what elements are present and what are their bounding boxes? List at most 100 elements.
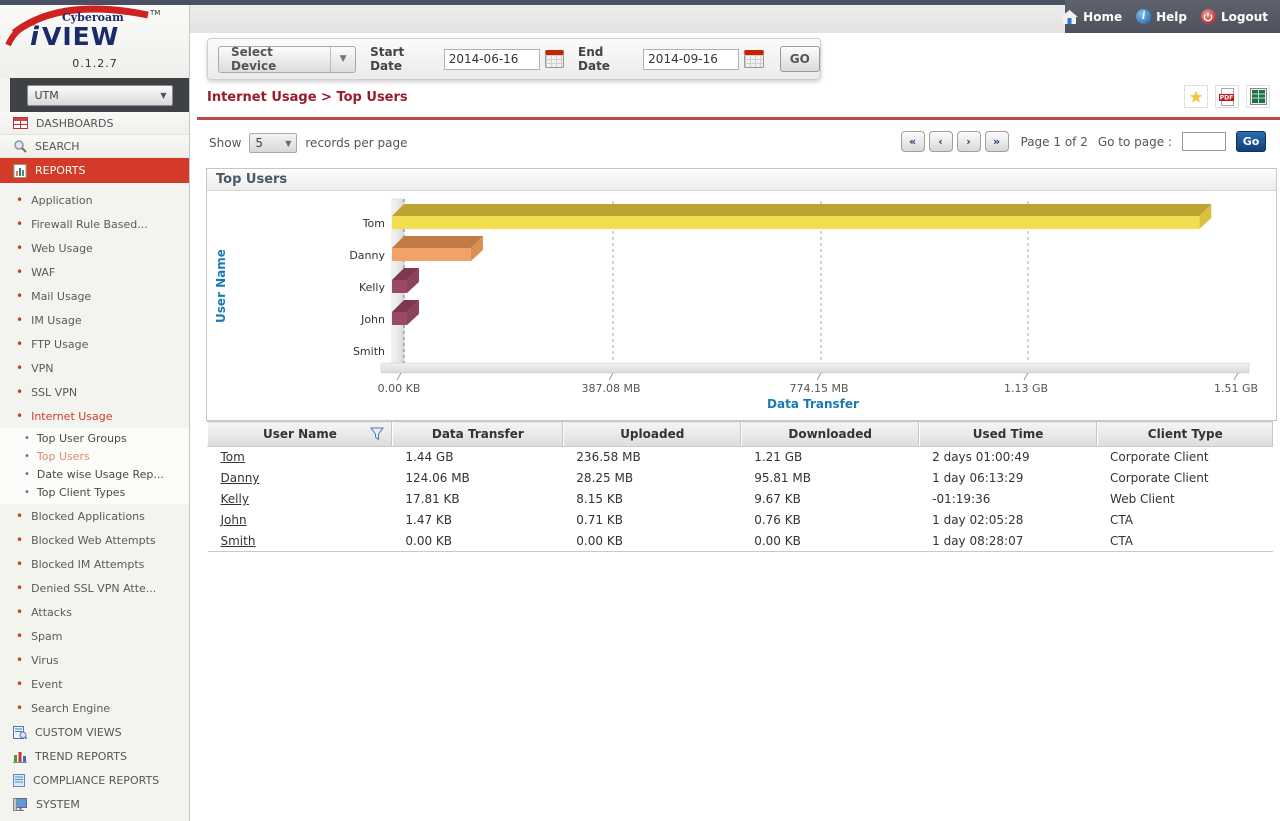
select-device-dropdown[interactable]: Select Device ▼	[218, 46, 356, 73]
cell-downloaded: 1.21 GB	[741, 447, 919, 468]
menu-item-virus[interactable]: •Virus	[0, 648, 189, 672]
user-link[interactable]: Kelly	[221, 492, 249, 506]
menu-item-blocked-web-attempts[interactable]: •Blocked Web Attempts	[0, 528, 189, 552]
cell-data-transfer: 124.06 MB	[392, 468, 563, 489]
trend-chart-icon	[13, 750, 27, 763]
submenu-item-top-users[interactable]: •Top Users	[0, 447, 189, 465]
filter-icon[interactable]	[370, 427, 384, 441]
bullet-icon: •	[16, 703, 23, 713]
column-header-used-time[interactable]: Used Time	[919, 422, 1097, 447]
submenu-item-top-user-groups[interactable]: •Top User Groups	[0, 429, 189, 447]
panel-title: Top Users	[207, 169, 1276, 191]
sidebar-item-dashboards[interactable]: DASHBOARDS	[0, 112, 189, 135]
tick-mark	[1024, 373, 1028, 380]
menu-item-im-usage[interactable]: •IM Usage	[0, 308, 189, 332]
cell-used-time: -01:19:36	[919, 489, 1097, 510]
column-header-data-transfer[interactable]: Data Transfer	[392, 422, 563, 447]
menu-item-denied-ssl-vpn[interactable]: •Denied SSL VPN Atte...	[0, 576, 189, 600]
user-link[interactable]: Tom	[221, 450, 245, 464]
menu-item-attacks[interactable]: •Attacks	[0, 600, 189, 624]
sidebar-item-trend-reports[interactable]: TREND REPORTS	[0, 744, 189, 768]
home-button[interactable]: Home	[1061, 10, 1122, 24]
menu-item-blocked-im-attempts[interactable]: •Blocked IM Attempts	[0, 552, 189, 576]
menu-item-firewall-rule-based[interactable]: •Firewall Rule Based...	[0, 212, 189, 236]
x-tick-label: 0.00 KB	[378, 382, 421, 395]
excel-icon	[1250, 88, 1267, 105]
chart-bar-tom[interactable]	[392, 216, 1199, 229]
page-info: Page 1 of 2	[1021, 135, 1088, 149]
sidebar-item-reports[interactable]: REPORTS	[0, 158, 189, 183]
bullet-icon: •	[16, 583, 23, 593]
chart-bar-john[interactable]	[392, 312, 407, 325]
filter-toolbar: Select Device ▼ Start Date End Date GO	[207, 38, 821, 80]
goto-page-go-button[interactable]: Go	[1236, 131, 1266, 152]
chevron-down-icon: ▼	[285, 139, 291, 148]
sidebar-item-search[interactable]: SEARCH	[0, 135, 189, 158]
sidebar-item-system[interactable]: SYSTEM	[0, 792, 189, 816]
per-page-select[interactable]: 5 ▼	[249, 133, 297, 153]
submenu-item-top-client-types[interactable]: •Top Client Types	[0, 483, 189, 501]
start-date-label: Start Date	[370, 45, 438, 73]
last-page-button[interactable]: »	[985, 131, 1009, 152]
menu-item-mail-usage[interactable]: •Mail Usage	[0, 284, 189, 308]
category-label: John	[360, 313, 385, 326]
cell-downloaded: 0.00 KB	[741, 531, 919, 552]
menu-item-vpn[interactable]: •VPN	[0, 356, 189, 380]
calendar-icon[interactable]	[744, 50, 763, 68]
prev-page-button[interactable]: ‹	[929, 131, 953, 152]
tick-mark	[609, 373, 613, 380]
column-header-client-type[interactable]: Client Type	[1097, 422, 1273, 447]
menu-item-ftp-usage[interactable]: •FTP Usage	[0, 332, 189, 356]
cell-downloaded: 9.67 KB	[741, 489, 919, 510]
end-date-input[interactable]	[643, 49, 739, 70]
bullet-icon: •	[16, 607, 23, 617]
column-header-uploaded[interactable]: Uploaded	[563, 422, 741, 447]
column-header-user-name[interactable]: User Name	[208, 422, 393, 447]
column-header-downloaded[interactable]: Downloaded	[741, 422, 919, 447]
bullet-icon: •	[16, 363, 23, 373]
menu-item-event[interactable]: •Event	[0, 672, 189, 696]
cell-data-transfer: 1.44 GB	[392, 447, 563, 468]
reports-icon	[13, 164, 27, 178]
version-label: 0.1.2.7	[0, 57, 190, 70]
next-page-button[interactable]: ›	[957, 131, 981, 152]
monitor-icon	[13, 798, 28, 811]
cell-client-type: Web Client	[1097, 489, 1273, 510]
go-button[interactable]: GO	[780, 46, 821, 72]
menu-item-web-usage[interactable]: •Web Usage	[0, 236, 189, 260]
favorite-button[interactable]: ★	[1184, 85, 1208, 108]
search-icon	[13, 139, 27, 153]
device-select[interactable]: UTM ▼	[27, 85, 173, 106]
bullet-icon: •	[16, 195, 23, 205]
help-button[interactable]: i Help	[1136, 9, 1187, 24]
menu-item-waf[interactable]: •WAF	[0, 260, 189, 284]
menu-item-spam[interactable]: •Spam	[0, 624, 189, 648]
user-link[interactable]: John	[221, 513, 247, 527]
first-page-button[interactable]: «	[901, 131, 925, 152]
cell-used-time: 1 day 02:05:28	[919, 510, 1097, 531]
top-nav: Home i Help Logout	[1065, 0, 1280, 33]
x-tick-label: 1.51 GB	[1214, 382, 1258, 395]
svg-text:i: i	[30, 22, 40, 52]
submenu-item-date-wise-usage[interactable]: •Date wise Usage Rep...	[0, 465, 189, 483]
chart-bar-kelly[interactable]	[392, 280, 407, 293]
sidebar-item-compliance-reports[interactable]: COMPLIANCE REPORTS	[0, 768, 189, 792]
export-excel-button[interactable]	[1246, 85, 1270, 108]
chart-bar-danny[interactable]	[392, 248, 471, 261]
sidebar-item-custom-views[interactable]: CUSTOM VIEWS	[0, 720, 189, 744]
export-pdf-button[interactable]: PDF	[1215, 85, 1239, 108]
top-users-panel: Top Users Tom Danny Kelly John Smith	[206, 168, 1277, 421]
user-link[interactable]: Smith	[221, 534, 256, 548]
menu-item-application[interactable]: •Application	[0, 188, 189, 212]
cell-used-time: 1 day 08:28:07	[919, 531, 1097, 552]
menu-item-ssl-vpn[interactable]: •SSL VPN	[0, 380, 189, 404]
menu-item-search-engine[interactable]: •Search Engine	[0, 696, 189, 720]
start-date-input[interactable]	[444, 49, 540, 70]
user-link[interactable]: Danny	[221, 471, 260, 485]
bullet-icon: •	[16, 219, 23, 229]
goto-page-input[interactable]	[1182, 132, 1226, 151]
menu-item-blocked-applications[interactable]: •Blocked Applications	[0, 504, 189, 528]
menu-item-internet-usage[interactable]: •Internet Usage	[0, 404, 189, 428]
logout-button[interactable]: Logout	[1201, 9, 1268, 24]
calendar-icon[interactable]	[545, 50, 564, 68]
